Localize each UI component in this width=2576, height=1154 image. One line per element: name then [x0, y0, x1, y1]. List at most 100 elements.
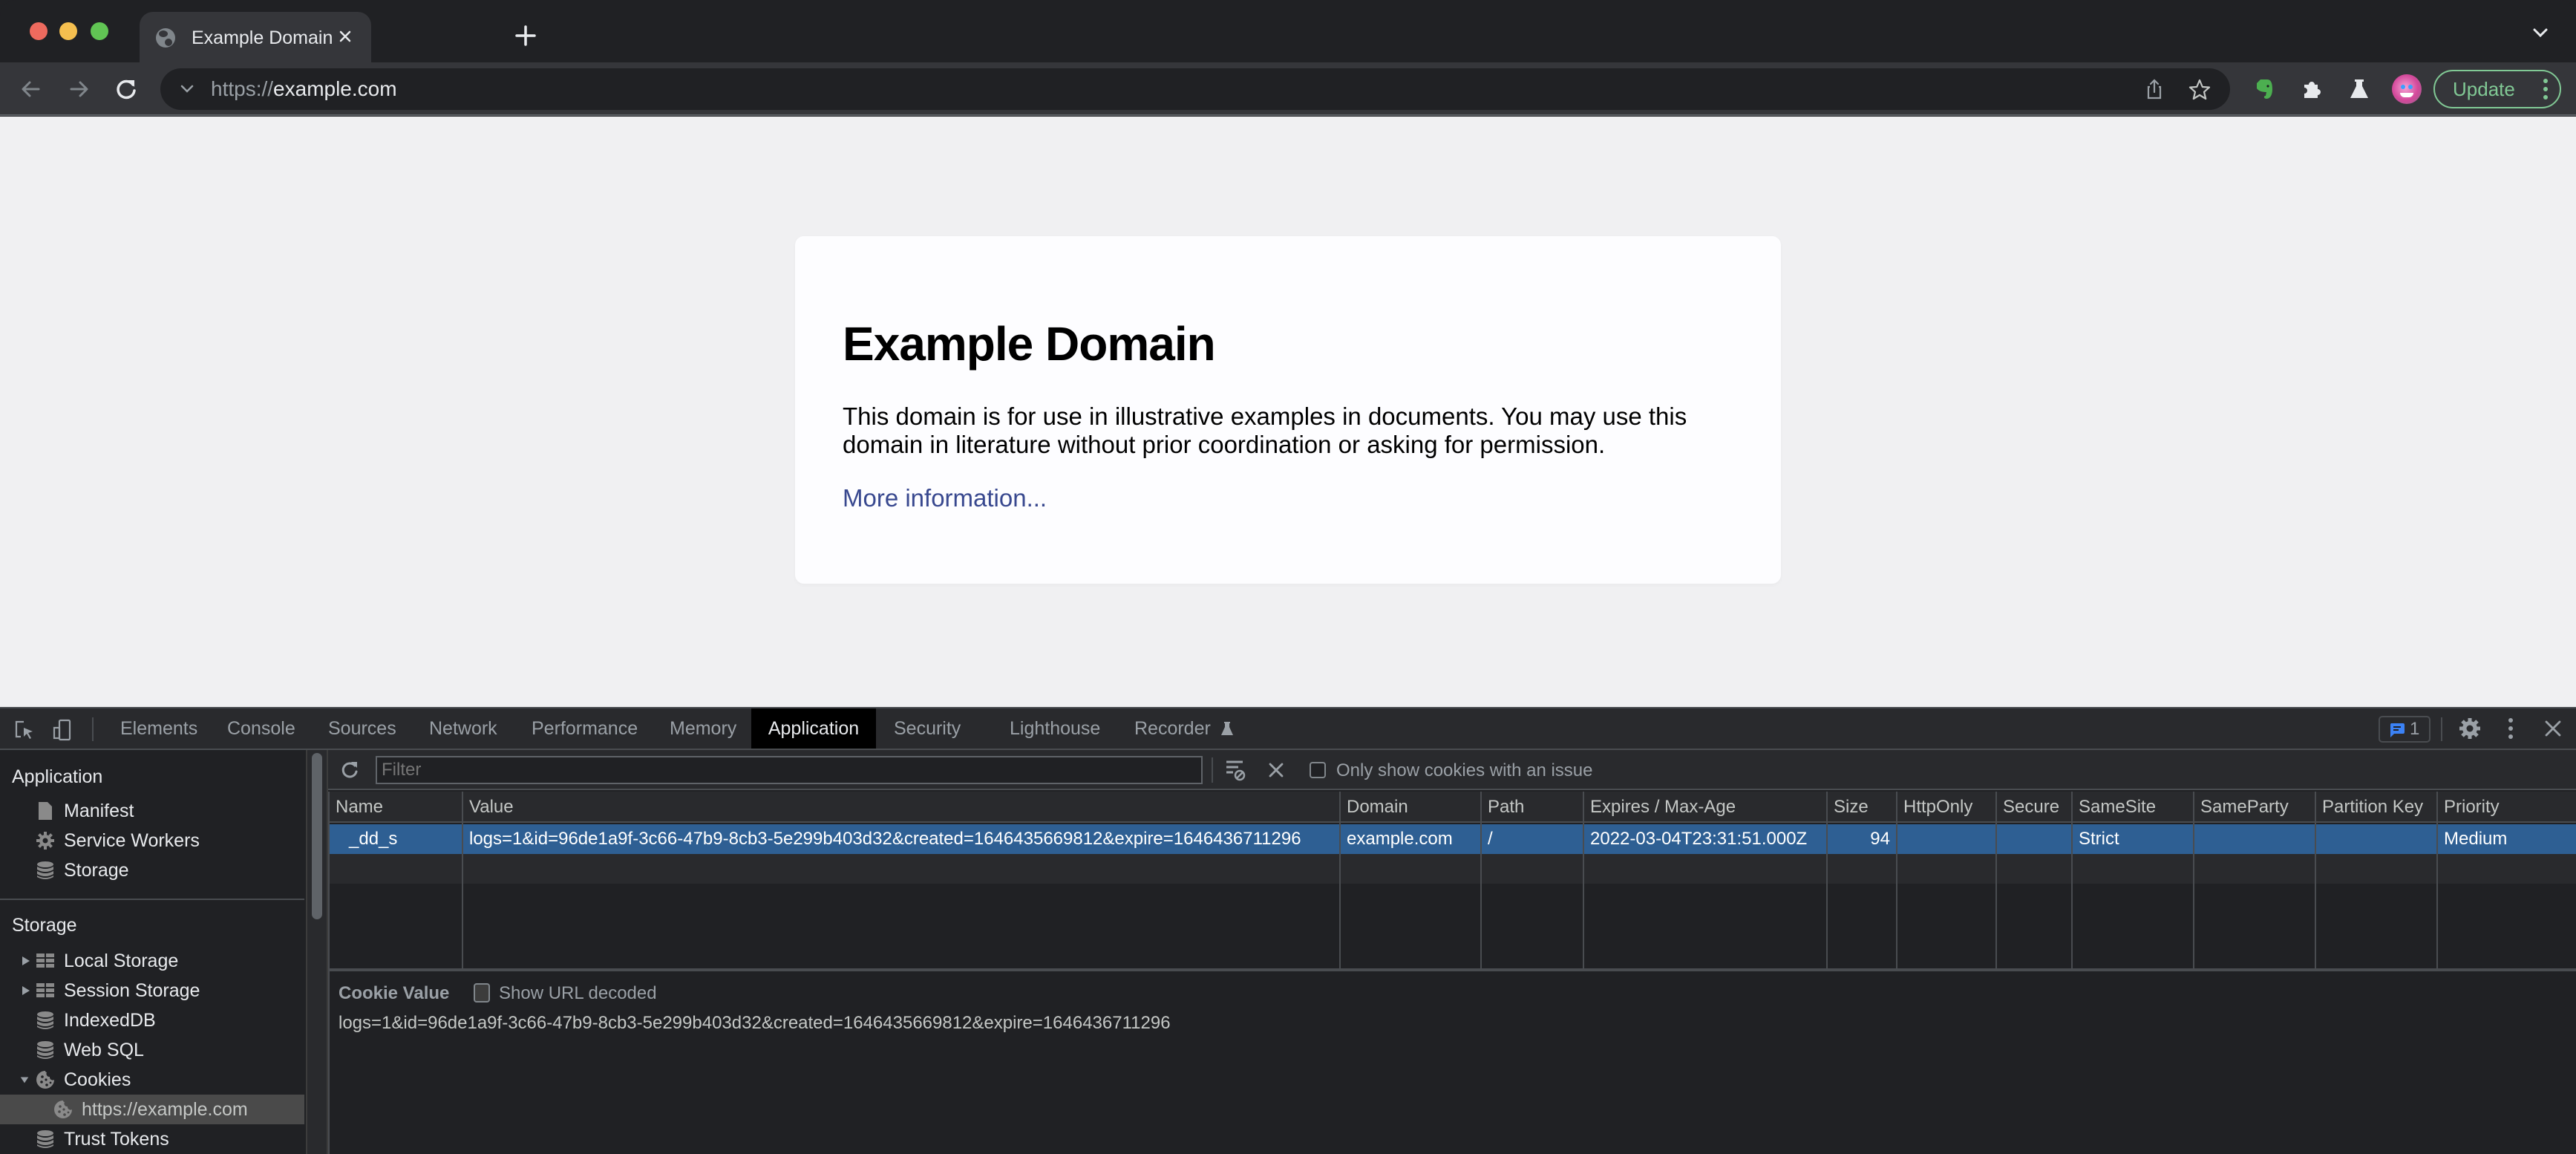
tab-elements[interactable]: Elements [108, 708, 209, 749]
column-divider[interactable] [1339, 792, 1341, 968]
column-divider[interactable] [2071, 792, 2073, 968]
sidebar-item-storage[interactable]: Storage [0, 855, 304, 885]
bookmark-star-icon[interactable] [2187, 77, 2212, 102]
zoom-window-button[interactable] [91, 22, 108, 40]
show-url-decoded-checkbox[interactable] [474, 983, 490, 1003]
tab-sources[interactable]: Sources [316, 708, 408, 749]
column-header-size[interactable]: Size [1828, 792, 1896, 821]
sidebar-item-local-storage[interactable]: Local Storage [0, 946, 304, 976]
sidebar-item-indexeddb[interactable]: IndexedDB [0, 1005, 304, 1035]
inspect-element-icon[interactable] [13, 719, 36, 741]
settings-gear-icon[interactable] [2457, 716, 2482, 741]
cell-path[interactable]: / [1482, 824, 1583, 854]
table-row[interactable]: _dd_s logs=1&id=96de1a9f-3c66-47b9-8cb3-… [330, 824, 2576, 854]
browser-tab-active[interactable]: Example Domain [140, 12, 371, 62]
column-divider[interactable] [2436, 792, 2438, 968]
sidebar-item-cookies-example-com[interactable]: https://example.com [0, 1095, 304, 1124]
update-label: Update [2453, 78, 2515, 100]
table-row-empty [330, 854, 2576, 884]
sidebar-item-manifest[interactable]: Manifest [0, 796, 304, 826]
back-button[interactable] [15, 73, 48, 105]
column-header-name[interactable]: Name [330, 792, 462, 821]
sidebar-item-session-storage[interactable]: Session Storage [0, 976, 304, 1005]
cell-sameparty[interactable] [2194, 824, 2315, 854]
chevron-down-icon[interactable] [177, 79, 197, 100]
cookie-filter-input[interactable] [376, 756, 1203, 784]
column-divider[interactable] [462, 792, 463, 968]
evernote-extension-icon[interactable] [2251, 76, 2278, 102]
sidebar-item-service-workers[interactable]: Service Workers [0, 826, 304, 855]
cell-partition-key[interactable] [2316, 824, 2436, 854]
issues-counter-button[interactable]: 1 [2379, 716, 2430, 743]
column-header-samesite[interactable]: SameSite [2073, 792, 2193, 821]
reload-button[interactable] [110, 73, 143, 105]
column-header-partition-key[interactable]: Partition Key [2316, 792, 2436, 821]
column-header-sameparty[interactable]: SameParty [2194, 792, 2315, 821]
more-information-link[interactable]: More information... [843, 484, 1047, 512]
sidebar-item-web-sql[interactable]: Web SQL [0, 1035, 304, 1065]
sidebar-scrollbar[interactable] [306, 750, 328, 1154]
column-divider[interactable] [2193, 792, 2194, 968]
issues-count: 1 [2410, 719, 2420, 739]
tab-memory[interactable]: Memory [658, 708, 748, 749]
address-bar[interactable]: https://example.com [160, 68, 2230, 110]
column-divider[interactable] [1826, 792, 1828, 968]
plus-icon [515, 25, 536, 46]
sidebar-item-cookies[interactable]: Cookies [0, 1065, 304, 1095]
extensions-puzzle-icon[interactable] [2298, 76, 2325, 102]
column-header-secure[interactable]: Secure [1997, 792, 2071, 821]
tab-security[interactable]: Security [882, 708, 972, 749]
column-header-domain[interactable]: Domain [1341, 792, 1480, 821]
tab-close-button[interactable] [333, 24, 358, 49]
cell-httponly[interactable] [1897, 824, 1995, 854]
cell-secure[interactable] [1997, 824, 2071, 854]
column-header-path[interactable]: Path [1482, 792, 1583, 821]
cell-priority[interactable]: Medium [2438, 824, 2576, 854]
column-header-value[interactable]: Value [463, 792, 1339, 821]
tab-application[interactable]: Application [751, 708, 876, 749]
profile-avatar[interactable] [2392, 74, 2422, 104]
column-header-httponly[interactable]: HttpOnly [1897, 792, 1995, 821]
share-icon[interactable] [2142, 77, 2166, 101]
tab-performance[interactable]: Performance [520, 708, 650, 749]
forward-button[interactable] [62, 73, 95, 105]
tab-network[interactable]: Network [417, 708, 509, 749]
column-divider[interactable] [1995, 792, 1997, 968]
cell-size[interactable]: 94 [1828, 824, 1896, 854]
device-toolbar-icon[interactable] [52, 719, 74, 741]
cell-domain[interactable]: example.com [1341, 824, 1480, 854]
expand-triangle-icon[interactable] [21, 985, 31, 997]
only-issues-checkbox[interactable] [1310, 762, 1326, 778]
cell-name[interactable]: _dd_s [330, 824, 462, 854]
tab-search-button[interactable] [2528, 21, 2552, 45]
column-divider[interactable] [1583, 792, 1584, 968]
tab-recorder[interactable]: Recorder [1122, 708, 1246, 749]
update-button[interactable]: Update [2433, 70, 2561, 108]
sidebar-scrollbar-thumb[interactable] [312, 753, 322, 919]
close-window-button[interactable] [30, 22, 48, 40]
refresh-icon[interactable] [339, 759, 361, 781]
cell-samesite[interactable]: Strict [2073, 824, 2193, 854]
clear-filtered-cookies-icon[interactable] [1223, 757, 1247, 783]
column-header-priority[interactable]: Priority [2438, 792, 2576, 821]
column-divider[interactable] [2315, 792, 2316, 968]
tab-lighthouse[interactable]: Lighthouse [998, 708, 1112, 749]
clear-all-cookies-icon[interactable] [1265, 759, 1287, 781]
cell-value[interactable]: logs=1&id=96de1a9f-3c66-47b9-8cb3-5e299b… [463, 824, 1339, 854]
cell-expires[interactable]: 2022-03-04T23:31:51.000Z [1584, 824, 1826, 854]
expand-triangle-icon[interactable] [21, 955, 31, 967]
column-divider[interactable] [1480, 792, 1482, 968]
url-scheme: https:// [211, 77, 274, 100]
column-divider[interactable] [1896, 792, 1897, 968]
tab-console[interactable]: Console [215, 708, 307, 749]
labs-flask-icon[interactable] [2346, 76, 2373, 102]
more-options-icon[interactable] [2503, 716, 2518, 741]
minimize-window-button[interactable] [59, 22, 77, 40]
column-header-expires[interactable]: Expires / Max-Age [1584, 792, 1826, 821]
close-devtools-icon[interactable] [2542, 717, 2564, 740]
sidebar-item-trust-tokens[interactable]: Trust Tokens [0, 1124, 304, 1154]
collapse-triangle-icon[interactable] [19, 1074, 30, 1086]
new-tab-button[interactable] [511, 21, 540, 50]
url-text[interactable]: https://example.com [211, 77, 397, 101]
database-icon [37, 1041, 53, 1059]
